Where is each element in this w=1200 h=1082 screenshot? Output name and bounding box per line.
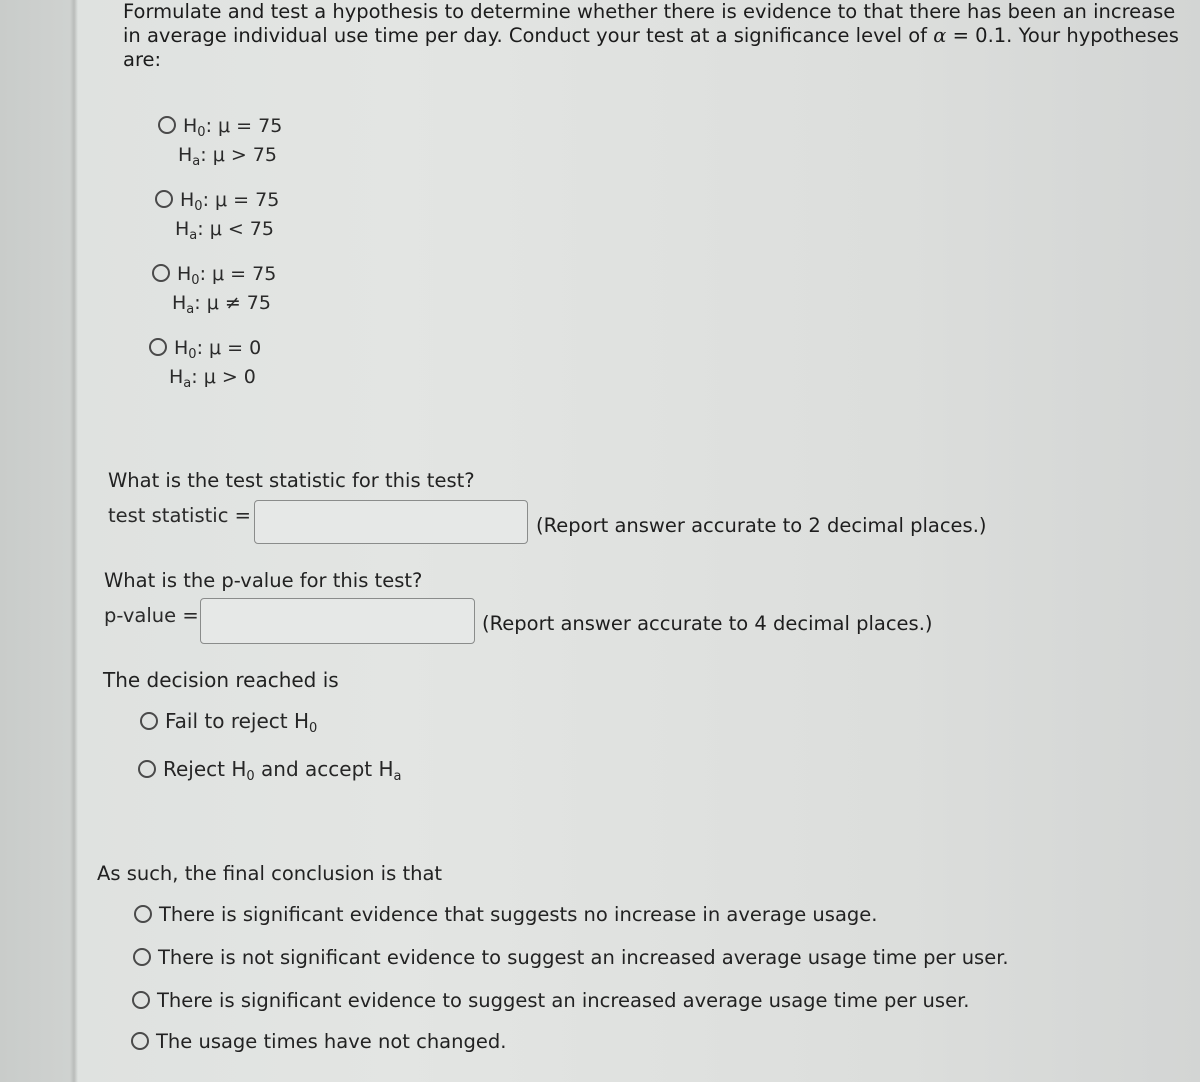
option-text: Fail to reject H [165, 709, 310, 733]
ha-statement: : μ < 75 [197, 218, 274, 240]
hypothesis-option-1[interactable]: H0: μ = 75 Ha: μ > 75 [158, 112, 282, 170]
option-text: There is significant evidence that sugge… [159, 903, 878, 926]
radio-button[interactable] [134, 905, 152, 923]
h0-label: H [177, 263, 192, 285]
hypothesis-option-3[interactable]: H0: μ = 75 Ha: μ ≠ 75 [152, 260, 276, 318]
radio-button[interactable] [158, 116, 176, 134]
option-text: There is not significant evidence to sug… [158, 946, 1009, 969]
h0-label: H [180, 189, 195, 211]
option-subscript: 0 [309, 721, 318, 736]
conclusion-question: As such, the final conclusion is that [97, 862, 443, 885]
radio-button[interactable] [140, 712, 158, 730]
h0-subscript: 0 [191, 273, 200, 288]
decision-option-fail-to-reject[interactable]: Fail to reject H0 [140, 709, 318, 736]
p-value-input[interactable] [200, 598, 475, 644]
conclusion-option-3[interactable]: There is significant evidence to suggest… [132, 989, 970, 1012]
test-statistic-note: (Report answer accurate to 2 decimal pla… [536, 514, 987, 537]
h0-statement: : μ = 75 [202, 189, 280, 211]
alpha-symbol: α [933, 24, 947, 47]
ha-label: H [169, 366, 184, 388]
test-statistic-question: What is the test statistic for this test… [108, 469, 475, 492]
ha-statement: : μ > 75 [200, 144, 277, 166]
ha-label: H [175, 218, 190, 240]
radio-button[interactable] [138, 760, 156, 778]
h0-label: H [183, 115, 198, 137]
decision-question: The decision reached is [103, 668, 339, 692]
test-statistic-input[interactable] [254, 500, 528, 544]
radio-button[interactable] [133, 948, 151, 966]
conclusion-option-4[interactable]: The usage times have not changed. [131, 1030, 506, 1053]
h0-statement: : μ = 0 [196, 337, 262, 359]
p-value-question: What is the p-value for this test? [104, 569, 423, 592]
radio-button[interactable] [155, 190, 173, 208]
p-value-label: p-value = [104, 604, 199, 627]
p-value-note: (Report answer accurate to 4 decimal pla… [482, 612, 933, 635]
option-text: The usage times have not changed. [156, 1030, 507, 1053]
conclusion-option-1[interactable]: There is significant evidence that sugge… [134, 903, 877, 926]
radio-button[interactable] [149, 338, 167, 356]
radio-button[interactable] [152, 264, 170, 282]
hypothesis-option-2[interactable]: H0: μ = 75 Ha: μ < 75 [155, 186, 279, 244]
h0-statement: : μ = 75 [205, 115, 283, 137]
ha-label: H [172, 292, 187, 314]
decision-option-reject[interactable]: Reject H0 and accept Ha [138, 757, 402, 784]
option-text-2: and accept H [254, 757, 394, 781]
radio-button[interactable] [131, 1032, 149, 1050]
option-text: There is significant evidence to suggest… [157, 989, 970, 1012]
hypothesis-option-4[interactable]: H0: μ = 0 Ha: μ > 0 [149, 334, 261, 392]
radio-button[interactable] [132, 991, 150, 1009]
ha-label: H [178, 144, 193, 166]
h0-subscript: 0 [194, 199, 203, 214]
option-text: Reject H [163, 757, 247, 781]
h0-statement: : μ = 75 [199, 263, 277, 285]
test-statistic-label: test statistic = [108, 504, 251, 527]
ha-statement: : μ > 0 [191, 366, 256, 388]
h0-subscript: 0 [188, 347, 197, 362]
h0-subscript: 0 [197, 125, 206, 140]
option-subscript-2: a [393, 769, 402, 784]
conclusion-option-2[interactable]: There is not significant evidence to sug… [133, 946, 1009, 969]
ha-statement: : μ ≠ 75 [194, 292, 271, 314]
h0-label: H [174, 337, 189, 359]
problem-statement: Formulate and test a hypothesis to deter… [123, 0, 1193, 72]
option-subscript: 0 [246, 769, 255, 784]
